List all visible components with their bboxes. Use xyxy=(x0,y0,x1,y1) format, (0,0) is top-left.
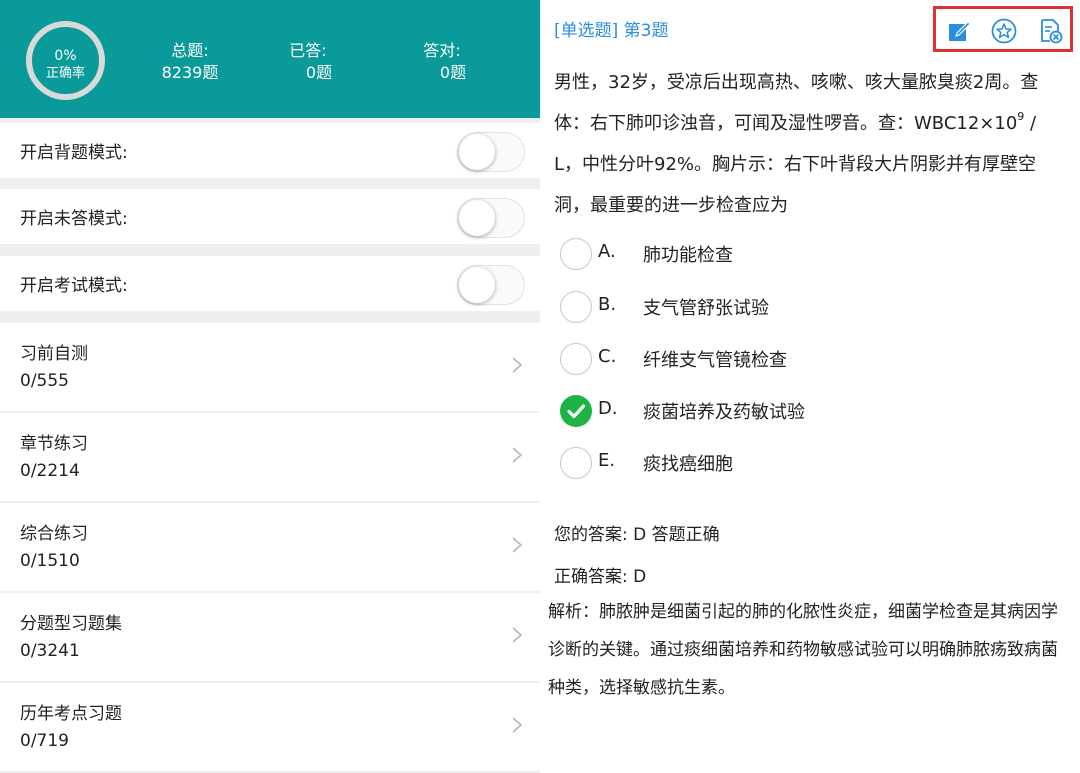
question-stem: 男性，32岁，受凉后出现高热、咳嗽、咳大量脓臭痰2周。查体：右下肺叩诊浊音，可闻… xyxy=(554,62,1064,226)
unanswered-mode-toggle[interactable] xyxy=(457,198,525,238)
recite-mode-toggle[interactable] xyxy=(457,132,525,172)
chevron-right-icon xyxy=(512,447,523,463)
stem-text-part1: 男性，32岁，受凉后出现高热、咳嗽、咳大量脓臭痰2周。查体：右下肺叩诊浊音，可闻… xyxy=(554,72,1039,134)
delete-record-icon[interactable] xyxy=(1037,18,1063,44)
option-key: A. xyxy=(598,241,616,262)
total-label: 总题: xyxy=(171,41,209,60)
option-key: C. xyxy=(598,346,617,367)
section-progress: 0/555 xyxy=(20,371,69,391)
toggle-knob xyxy=(459,267,495,303)
radio-unchecked-icon xyxy=(560,343,592,375)
option-text: 纤维支气管镜检查 xyxy=(643,350,787,371)
option-text: 痰找癌细胞 xyxy=(643,454,733,475)
section-title: 综合练习 xyxy=(20,524,88,544)
answered-stat: 已答: 0题 xyxy=(253,40,363,84)
section-past-exams[interactable]: 历年考点习题 0/719 xyxy=(0,683,540,771)
favorite-star-icon[interactable] xyxy=(991,18,1017,44)
check-circle-icon xyxy=(560,395,592,427)
total-value: 8239题 xyxy=(161,63,219,82)
section-title: 习前自测 xyxy=(20,344,88,364)
chevron-right-icon xyxy=(512,627,523,643)
option-key: D. xyxy=(598,398,618,419)
your-answer: 您的答案: D 答题正确 xyxy=(554,525,720,545)
section-title: 历年考点习题 xyxy=(20,704,122,724)
section-progress: 0/3241 xyxy=(20,641,80,661)
chevron-right-icon xyxy=(512,357,523,373)
section-comprehensive[interactable]: 综合练习 0/1510 xyxy=(0,503,540,591)
total-stat: 总题: 8239题 xyxy=(135,40,245,84)
question-type-label: [单选题] 第3题 xyxy=(554,21,669,41)
section-title: 章节练习 xyxy=(20,434,88,454)
option-key: E. xyxy=(598,450,616,471)
checkmark-icon xyxy=(567,404,586,419)
option-text: 支气管舒张试验 xyxy=(643,298,769,319)
mode-row-unanswered: 开启未答模式: xyxy=(0,189,540,244)
answer-explanation: 解析：肺脓肿是细菌引起的肺的化脓性炎症，细菌学检查是其病因学诊断的关键。通过痰细… xyxy=(548,602,1058,698)
option-b[interactable]: B. 支气管舒张试验 xyxy=(560,290,1040,326)
chevron-right-icon xyxy=(512,537,523,553)
answered-value: 0题 xyxy=(305,63,333,82)
mode-label: 开启考试模式: xyxy=(20,276,128,296)
toggle-knob xyxy=(459,200,495,236)
edit-note-icon[interactable] xyxy=(946,18,972,44)
section-progress: 0/2214 xyxy=(20,461,80,481)
accuracy-ring: 0% 正确率 xyxy=(26,21,105,100)
correct-answer: 正确答案: D xyxy=(554,567,647,587)
option-key: B. xyxy=(598,294,617,315)
practice-menu-panel: 0% 正确率 总题: 8239题 已答: 0题 答对: 0题 开启背题模式: 开… xyxy=(0,0,540,773)
section-pretest[interactable]: 习前自测 0/555 xyxy=(0,323,540,411)
option-text: 肺功能检查 xyxy=(643,245,733,266)
question-panel: [单选题] 第3题 男性，32岁，受凉后出现高热、咳嗽、咳大量脓臭痰2周。查体：… xyxy=(540,0,1080,773)
mode-label: 开启未答模式: xyxy=(20,209,128,229)
accuracy-label: 正确率 xyxy=(45,66,85,81)
section-title: 分题型习题集 xyxy=(20,614,122,634)
section-chapter-practice[interactable]: 章节练习 0/2214 xyxy=(0,413,540,501)
option-a[interactable]: A. 肺功能检查 xyxy=(560,237,1040,273)
exam-mode-toggle[interactable] xyxy=(457,265,525,305)
correct-value: 0题 xyxy=(439,63,467,82)
radio-unchecked-icon xyxy=(560,238,592,270)
option-c[interactable]: C. 纤维支气管镜检查 xyxy=(560,342,1040,378)
correct-label: 答对: xyxy=(423,41,461,60)
answered-label: 已答: xyxy=(289,41,327,60)
mode-row-recite: 开启背题模式: xyxy=(0,123,540,178)
accuracy-percent: 0% xyxy=(54,48,77,64)
radio-unchecked-icon xyxy=(560,291,592,323)
chevron-right-icon xyxy=(512,717,523,733)
section-progress: 0/719 xyxy=(20,731,69,751)
correct-stat: 答对: 0题 xyxy=(387,40,497,84)
mode-row-exam: 开启考试模式: xyxy=(0,256,540,311)
section-progress: 0/1510 xyxy=(20,551,80,571)
toggle-knob xyxy=(459,134,495,170)
question-toolbar xyxy=(933,6,1073,52)
mode-label: 开启背题模式: xyxy=(20,143,128,163)
radio-unchecked-icon xyxy=(560,447,592,479)
option-e[interactable]: E. 痰找癌细胞 xyxy=(560,446,1040,482)
option-text: 痰菌培养及药敏试验 xyxy=(643,402,805,423)
option-d[interactable]: D. 痰菌培养及药敏试验 xyxy=(560,394,1040,430)
section-by-type[interactable]: 分题型习题集 0/3241 xyxy=(0,593,540,681)
stats-header: 0% 正确率 总题: 8239题 已答: 0题 答对: 0题 xyxy=(0,0,540,118)
